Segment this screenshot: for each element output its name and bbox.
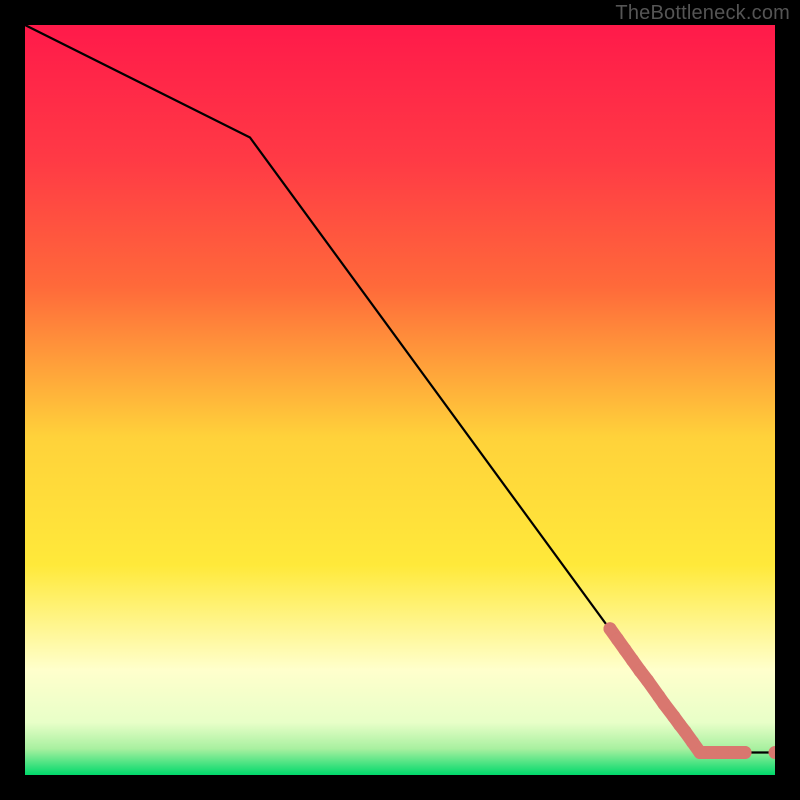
marker-dot — [604, 622, 617, 635]
marker-dot — [641, 674, 654, 687]
marker-dot — [686, 736, 699, 749]
marker-dot — [739, 746, 752, 759]
marker-dot — [679, 725, 692, 738]
marker-dot — [611, 633, 624, 646]
marker-dot — [626, 654, 639, 667]
marker-dot — [658, 697, 671, 710]
marker-dot — [694, 746, 707, 759]
attribution-text: TheBottleneck.com — [615, 2, 790, 25]
chart-container — [25, 25, 775, 775]
chart-svg — [25, 25, 775, 775]
marker-dot — [716, 746, 729, 759]
marker-dot — [619, 643, 632, 656]
